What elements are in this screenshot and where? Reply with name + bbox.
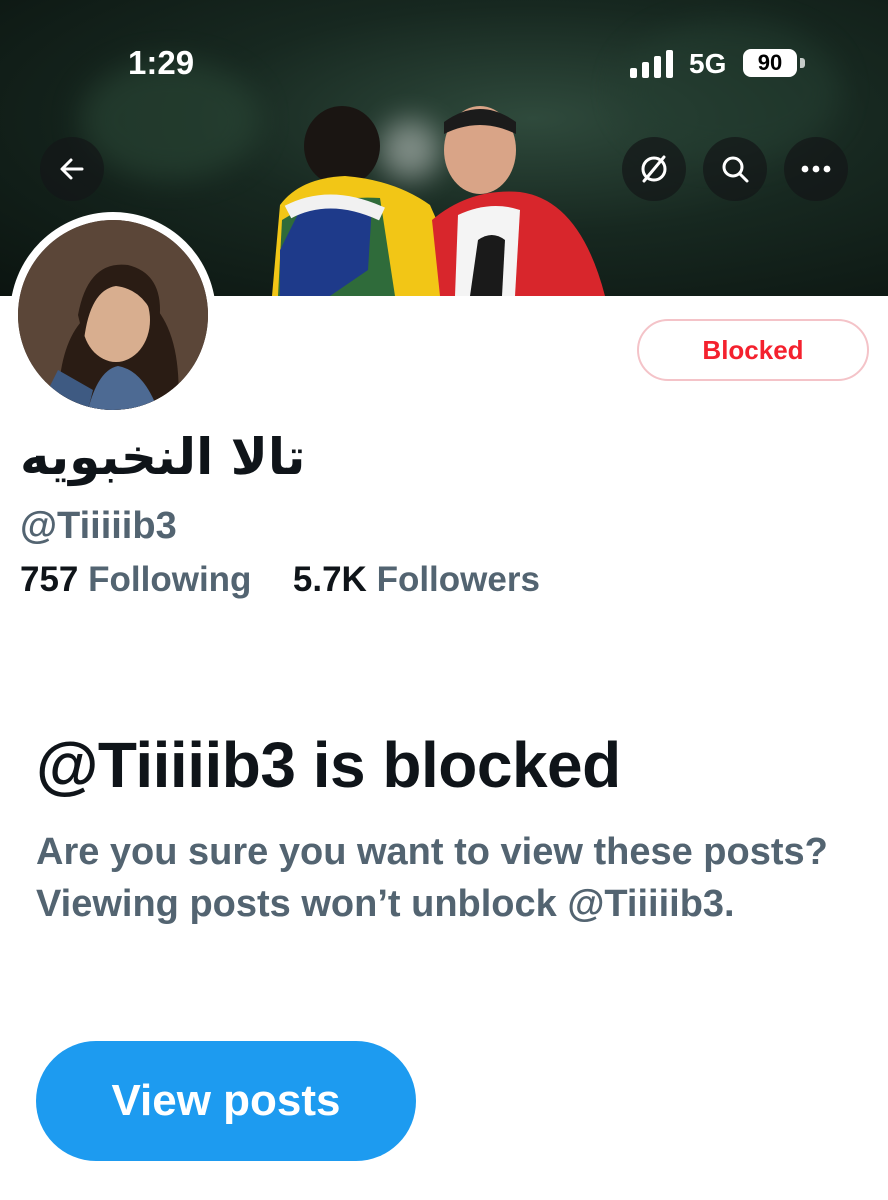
network-type: 5G bbox=[689, 48, 727, 79]
followers-count: 5.7K bbox=[292, 560, 367, 599]
blocked-notice-title: @Tiiiiib3 is blocked bbox=[36, 729, 621, 801]
status-time: 1:29 bbox=[128, 44, 195, 81]
translate-button[interactable] bbox=[622, 137, 686, 201]
status-bar: 1:29 5G 90 bbox=[0, 0, 888, 130]
following-count: 757 bbox=[20, 560, 79, 599]
search-icon bbox=[722, 156, 749, 183]
following-label: Following bbox=[88, 560, 252, 599]
battery-tip bbox=[800, 58, 805, 68]
profile-handle: @Tiiiiib3 bbox=[20, 505, 177, 547]
followers-label: Followers bbox=[376, 560, 540, 599]
back-arrow-icon bbox=[60, 158, 84, 180]
avatar-photo bbox=[18, 220, 208, 410]
profile-stats: 757 Following 5.7K Followers bbox=[20, 560, 540, 600]
profile-avatar[interactable] bbox=[10, 212, 216, 418]
search-button[interactable] bbox=[703, 137, 767, 201]
following-link[interactable]: 757 Following bbox=[20, 560, 261, 599]
battery-icon: 90 bbox=[743, 49, 797, 77]
signal-strength-icon bbox=[630, 50, 673, 78]
display-name: تالا النخبويه bbox=[20, 428, 306, 486]
view-posts-button[interactable]: View posts bbox=[36, 1041, 416, 1161]
blocked-notice-message: Are you sure you want to view these post… bbox=[36, 831, 828, 925]
followers-link[interactable]: 5.7K Followers bbox=[293, 560, 540, 599]
blocked-button[interactable]: Blocked bbox=[637, 319, 869, 381]
more-icon bbox=[801, 165, 831, 173]
more-options-button[interactable] bbox=[784, 137, 848, 201]
translate-off-icon bbox=[641, 155, 667, 183]
avatar-portrait-illustration bbox=[18, 220, 208, 410]
battery-level: 90 bbox=[757, 50, 783, 75]
back-button[interactable] bbox=[40, 137, 104, 201]
